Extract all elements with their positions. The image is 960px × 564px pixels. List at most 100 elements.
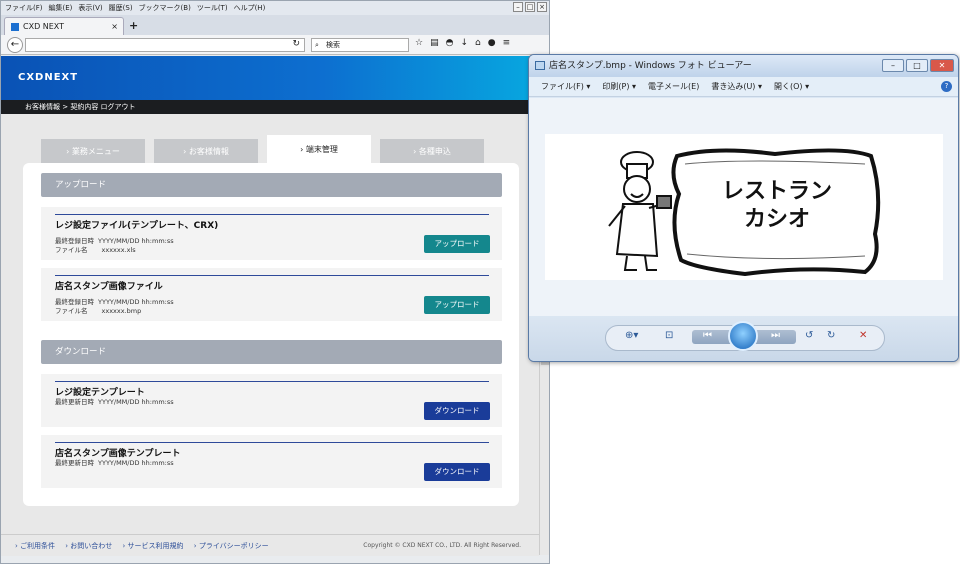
app-icon bbox=[535, 61, 545, 70]
reload-icon[interactable]: ↻ bbox=[292, 39, 300, 49]
upload-button[interactable]: アップロード bbox=[424, 235, 490, 253]
toolbar-icons: ☆ ▤ ◓ ↓ ⌂ ● ≡ bbox=[415, 38, 510, 48]
card-title: レジ設定テンプレート bbox=[55, 388, 145, 398]
browser-window: ファイル(F) 編集(E) 表示(V) 履歴(S) ブックマーク(B) ツール(… bbox=[0, 0, 550, 564]
menu-file[interactable]: ファイル(F) bbox=[5, 3, 43, 13]
reading-list-icon[interactable]: ▤ bbox=[430, 38, 439, 48]
divider bbox=[55, 442, 489, 443]
site-header: CXDNEXT bbox=[1, 56, 539, 100]
meta-value: YYYY/MM/DD hh:mm:ss bbox=[98, 398, 174, 406]
footer-link-contact[interactable]: › お問い合わせ bbox=[65, 542, 112, 550]
minimize-icon[interactable]: – bbox=[882, 59, 904, 72]
search-box[interactable]: ⌕ 検索 bbox=[311, 38, 409, 52]
meta-label: 最終登録日時 bbox=[55, 237, 94, 245]
tab-close-icon[interactable]: × bbox=[111, 22, 118, 31]
tab-title: CXD NEXT bbox=[23, 22, 65, 31]
menu-history[interactable]: 履歴(S) bbox=[109, 3, 133, 13]
menu-bookmarks[interactable]: ブックマーク(B) bbox=[139, 3, 191, 13]
viewer-menu-print[interactable]: 印刷(P) ▾ bbox=[602, 77, 636, 96]
tab-customer-info[interactable]: › お客様情報 bbox=[154, 139, 258, 163]
download-card-register-template: レジ設定テンプレート 最終更新日時 YYYY/MM/DD hh:mm:ss ダウン… bbox=[41, 374, 502, 427]
download-icon[interactable]: ↓ bbox=[460, 38, 468, 48]
web-page: CXDNEXT お客様情報 > 契約内容 ログアウト › 業務メニュー › お客… bbox=[1, 56, 539, 556]
copyright: Copyright © CXD NEXT CO., LTD. All Right… bbox=[363, 542, 521, 549]
url-bar[interactable]: ↻ bbox=[25, 38, 305, 52]
viewer-menu-file[interactable]: ファイル(F) ▾ bbox=[541, 77, 590, 96]
search-placeholder: 検索 bbox=[326, 41, 340, 49]
viewer-menu-email[interactable]: 電子メール(E) bbox=[648, 77, 699, 96]
viewer-toolbar: ⊕▾ ⊡ ⏮ ⏭ ↺ ↻ ✕ bbox=[529, 316, 958, 361]
browser-navbar: ← ↻ ⌕ 検索 ☆ ▤ ◓ ↓ ⌂ ● ≡ bbox=[1, 35, 549, 55]
viewer-title: 店名スタンプ.bmp - Windows フォト ビューアー bbox=[549, 61, 752, 71]
bookmark-star-icon[interactable]: ☆ bbox=[415, 38, 423, 48]
card-meta: 最終更新日時 YYYY/MM/DD hh:mm:ss bbox=[55, 398, 174, 407]
new-tab-button[interactable]: + bbox=[129, 19, 138, 32]
maximize-icon[interactable]: □ bbox=[906, 59, 928, 72]
favicon-icon bbox=[11, 22, 19, 31]
help-icon[interactable]: ? bbox=[941, 81, 952, 92]
upload-card-stamp-image: 店名スタンプ画像ファイル 最終登録日時 YYYY/MM/DD hh:mm:ss フ… bbox=[41, 268, 502, 321]
tab-applications[interactable]: › 各種申込 bbox=[380, 139, 484, 163]
upload-button[interactable]: アップロード bbox=[424, 296, 490, 314]
download-button[interactable]: ダウンロード bbox=[424, 402, 490, 420]
divider bbox=[55, 381, 489, 382]
browser-tab[interactable]: CXD NEXT × bbox=[4, 17, 124, 35]
download-section-header: ダウンロード bbox=[41, 340, 502, 364]
viewer-menubar: ファイル(F) ▾ 印刷(P) ▾ 電子メール(E) 書き込み(U) ▾ 開く(… bbox=[529, 77, 958, 97]
meta-value: YYYY/MM/DD hh:mm:ss bbox=[98, 298, 174, 306]
card-meta: 最終更新日時 YYYY/MM/DD hh:mm:ss bbox=[55, 459, 174, 468]
menu-tools[interactable]: ツール(T) bbox=[197, 3, 228, 13]
maximize-icon[interactable]: □ bbox=[525, 2, 535, 12]
close-icon[interactable]: × bbox=[537, 2, 547, 12]
slideshow-button[interactable] bbox=[728, 321, 758, 351]
card-title: 店名スタンプ画像ファイル bbox=[55, 282, 163, 292]
card-title: 店名スタンプ画像テンプレート bbox=[55, 449, 181, 459]
hamburger-menu-icon[interactable]: ≡ bbox=[503, 38, 511, 48]
card-title: レジ設定ファイル(テンプレート、CRX) bbox=[55, 221, 219, 231]
zoom-icon[interactable]: ⊕▾ bbox=[625, 330, 638, 341]
download-button[interactable]: ダウンロード bbox=[424, 463, 490, 481]
photo-viewer-window: 店名スタンプ.bmp - Windows フォト ビューアー – □ ✕ ファイ… bbox=[528, 54, 959, 362]
cxd-next-logo[interactable]: CXDNEXT bbox=[18, 72, 78, 83]
home-icon[interactable]: ⌂ bbox=[475, 38, 481, 48]
browser-tabstrip: CXD NEXT × + bbox=[1, 15, 549, 35]
viewer-window-controls: – □ ✕ bbox=[882, 59, 954, 72]
menu-edit[interactable]: 編集(E) bbox=[49, 3, 73, 13]
footer-link-service-terms[interactable]: › サービス利用規約 bbox=[123, 542, 184, 550]
download-card-stamp-template: 店名スタンプ画像テンプレート 最終更新日時 YYYY/MM/DD hh:mm:ss… bbox=[41, 435, 502, 488]
pocket-icon[interactable]: ◓ bbox=[446, 38, 454, 48]
search-icon: ⌕ bbox=[315, 41, 319, 49]
viewer-menu-burn[interactable]: 書き込み(U) ▾ bbox=[711, 77, 762, 96]
meta-label: 最終登録日時 bbox=[55, 298, 94, 306]
viewer-titlebar[interactable]: 店名スタンプ.bmp - Windows フォト ビューアー – □ ✕ bbox=[529, 55, 958, 77]
meta-value: YYYY/MM/DD hh:mm:ss bbox=[98, 459, 174, 467]
viewer-menu-open[interactable]: 開く(O) ▾ bbox=[774, 77, 809, 96]
meta-value: xxxxxx.bmp bbox=[101, 307, 142, 315]
actual-size-icon[interactable]: ⊡ bbox=[665, 330, 673, 341]
footer-link-privacy[interactable]: › プライバシーポリシー bbox=[194, 542, 269, 550]
tab-business-menu[interactable]: › 業務メニュー bbox=[41, 139, 145, 163]
next-icon[interactable]: ⏭ bbox=[771, 330, 780, 341]
chat-icon[interactable]: ● bbox=[488, 38, 496, 48]
card-meta: 最終登録日時 YYYY/MM/DD hh:mm:ss ファイル名 xxxxxx.bm… bbox=[55, 298, 174, 316]
close-icon[interactable]: ✕ bbox=[930, 59, 954, 72]
previous-icon[interactable]: ⏮ bbox=[703, 330, 712, 341]
meta-label: ファイル名 bbox=[55, 246, 88, 254]
meta-label: 最終更新日時 bbox=[55, 459, 94, 467]
rotate-left-icon[interactable]: ↺ bbox=[805, 330, 813, 341]
footer-link-terms[interactable]: › ご利用条件 bbox=[15, 542, 55, 550]
meta-value: YYYY/MM/DD hh:mm:ss bbox=[98, 237, 174, 245]
menu-view[interactable]: 表示(V) bbox=[78, 3, 102, 13]
breadcrumb[interactable]: お客様情報 > 契約内容 ログアウト bbox=[1, 100, 539, 114]
site-footer: › ご利用条件 › お問い合わせ › サービス利用規約 › プライバシーポリシー… bbox=[1, 534, 539, 556]
tab-terminal-management[interactable]: › 端末管理 bbox=[267, 135, 371, 163]
stamp-image: レストラン カシオ bbox=[545, 134, 943, 280]
minimize-icon[interactable]: – bbox=[513, 2, 523, 12]
meta-label: 最終更新日時 bbox=[55, 398, 94, 406]
back-button[interactable]: ← bbox=[7, 37, 23, 53]
rotate-right-icon[interactable]: ↻ bbox=[827, 330, 835, 341]
content-panel: アップロード レジ設定ファイル(テンプレート、CRX) 最終登録日時 YYYY/M… bbox=[23, 163, 519, 506]
delete-icon[interactable]: ✕ bbox=[859, 330, 867, 341]
menu-help[interactable]: ヘルプ(H) bbox=[234, 3, 266, 13]
upload-section-header: アップロード bbox=[41, 173, 502, 197]
